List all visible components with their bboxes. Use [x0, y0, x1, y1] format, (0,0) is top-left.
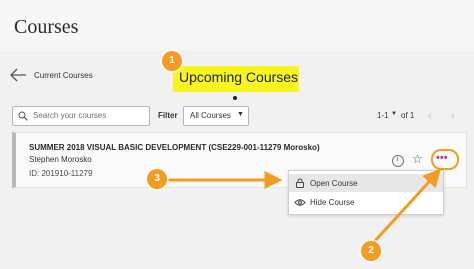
upcoming-courses-heading: Upcoming Courses	[179, 69, 299, 85]
filter-select[interactable]: All Courses ▼	[183, 106, 249, 126]
star-icon[interactable]: ☆	[412, 152, 423, 166]
pager-next-icon[interactable]: ›	[451, 108, 455, 122]
filter-value: All Courses	[190, 111, 231, 120]
menu-item-hide-course[interactable]: Hide Course	[289, 193, 443, 211]
search-icon	[18, 111, 28, 121]
menu-item-open-course[interactable]: Open Course	[289, 174, 443, 192]
current-courses-link[interactable]: Current Courses	[34, 71, 93, 80]
course-title[interactable]: SUMMER 2018 VISUAL BASIC DEVELOPMENT (CS…	[29, 143, 320, 152]
course-instructor: Stephen Morosko	[29, 155, 92, 164]
more-dots-icon: •••	[436, 152, 448, 164]
menu-item-label: Open Course	[310, 179, 358, 188]
chevron-down-icon: ▼	[237, 111, 244, 118]
more-options-button[interactable]: •••	[431, 149, 459, 170]
callout-badge-2: 2	[361, 241, 381, 261]
search-box[interactable]	[12, 106, 150, 126]
callout-badge-3: 3	[147, 169, 167, 189]
lock-icon	[296, 178, 304, 188]
course-id: ID: 201910-11279	[29, 169, 93, 178]
eye-icon	[294, 199, 306, 206]
course-options-menu: Open Course Hide Course	[288, 170, 444, 215]
pager-chevron-down-icon: ▼	[391, 111, 397, 117]
page-title: Courses	[14, 16, 79, 38]
search-input[interactable]	[33, 108, 143, 123]
pager-prev-icon[interactable]: ‹	[428, 108, 432, 122]
callout-badge-1: 1	[162, 51, 182, 71]
pager-range-select[interactable]: 1-1	[377, 111, 389, 120]
pager-total: of 1	[401, 111, 415, 120]
section-indicator-dot	[233, 96, 237, 100]
page-header: Courses	[0, 0, 474, 51]
back-arrow-icon[interactable]	[10, 68, 26, 82]
info-icon[interactable]: i	[392, 155, 404, 167]
menu-item-label: Hide Course	[310, 198, 355, 207]
filter-label: Filter	[158, 111, 178, 120]
